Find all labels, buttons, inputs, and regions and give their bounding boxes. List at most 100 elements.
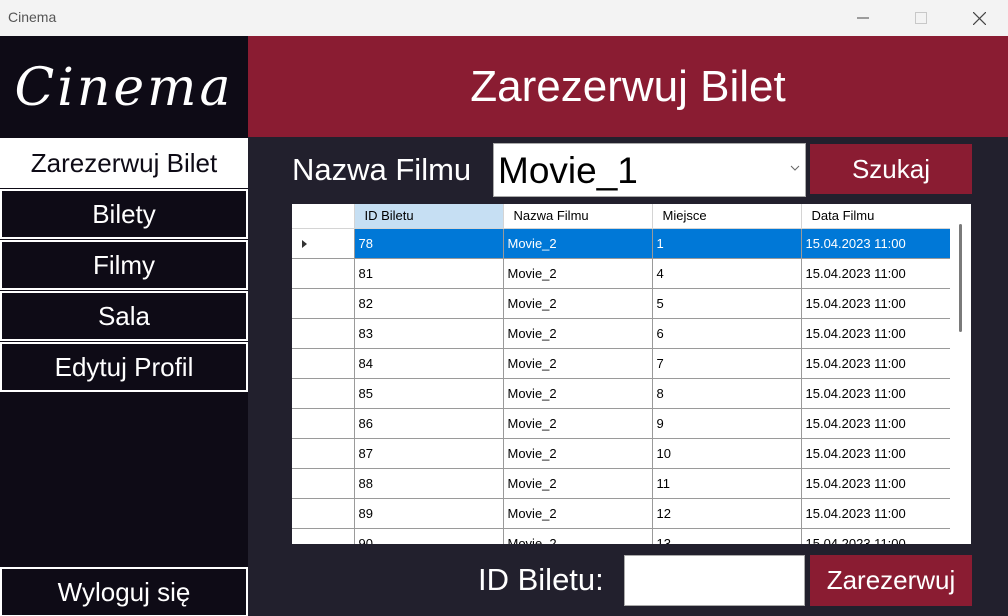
table-cell[interactable]: 15.04.2023 11:00 [801,378,951,409]
table-cell[interactable]: 5 [652,288,802,319]
table-cell[interactable]: 9 [652,408,802,439]
sidebar-item-filmy[interactable]: Filmy [0,240,248,290]
table-cell[interactable]: 89 [354,498,504,529]
row-header[interactable] [292,258,355,289]
row-header[interactable] [292,228,355,259]
table-cell[interactable]: Movie_2 [503,528,653,544]
table-cell[interactable]: 15.04.2023 11:00 [801,228,951,259]
table-cell[interactable]: 13 [652,528,802,544]
table-cell[interactable]: Movie_2 [503,498,653,529]
row-header[interactable] [292,288,355,319]
minimize-icon [857,17,869,19]
app-logo: Cinema [14,58,234,118]
reserve-button[interactable]: Zarezerwuj [810,555,972,606]
row-header[interactable] [292,438,355,469]
sidebar-item-edytuj-profil[interactable]: Edytuj Profil [0,342,248,392]
close-icon [972,11,986,25]
row-header[interactable] [292,498,355,529]
search-button[interactable]: Szukaj [810,144,972,194]
table-cell[interactable]: 15.04.2023 11:00 [801,288,951,319]
row-header[interactable] [292,528,355,544]
table-cell[interactable]: 12 [652,498,802,529]
table-row[interactable]: 86 Movie_2 9 15.04.2023 11:00 [292,408,951,439]
table-header-row: ID Biletu Nazwa Filmu Miejsce Data Filmu [292,204,951,229]
table-row[interactable]: 84 Movie_2 7 15.04.2023 11:00 [292,348,951,379]
logout-button[interactable]: Wyloguj się [0,567,248,616]
table-cell[interactable]: 15.04.2023 11:00 [801,318,951,349]
table-cell[interactable]: Movie_2 [503,228,653,259]
table-row[interactable]: 87 Movie_2 10 15.04.2023 11:00 [292,438,951,469]
column-header-film[interactable]: Nazwa Filmu [503,204,653,229]
table-cell[interactable]: Movie_2 [503,438,653,469]
table-cell[interactable]: 90 [354,528,504,544]
table-cell[interactable]: 15.04.2023 11:00 [801,468,951,499]
window-titlebar: Cinema [0,0,1008,36]
table-cell[interactable]: 15.04.2023 11:00 [801,528,951,544]
tickets-table: ID Biletu Nazwa Filmu Miejsce Data Filmu… [292,204,951,544]
ticket-id-input[interactable] [624,555,805,606]
table-cell[interactable]: 10 [652,438,802,469]
page-header: Zarezerwuj Bilet [248,36,1008,137]
table-row[interactable]: 82 Movie_2 5 15.04.2023 11:00 [292,288,951,319]
table-row[interactable]: 88 Movie_2 11 15.04.2023 11:00 [292,468,951,499]
table-cell[interactable]: 6 [652,318,802,349]
table-cell[interactable]: 8 [652,378,802,409]
film-select[interactable]: Movie_1 [493,143,806,197]
sidebar-item-sala[interactable]: Sala [0,291,248,341]
table-cell[interactable]: 15.04.2023 11:00 [801,438,951,469]
sidebar-item-zarezerwuj-bilet[interactable]: Zarezerwuj Bilet [0,138,248,188]
table-cell[interactable]: Movie_2 [503,348,653,379]
table-cell[interactable]: 86 [354,408,504,439]
film-name-label: Nazwa Filmu [292,152,472,187]
table-cell[interactable]: Movie_2 [503,258,653,289]
table-cell[interactable]: Movie_2 [503,288,653,319]
table-cell[interactable]: 4 [652,258,802,289]
table-cell[interactable]: 88 [354,468,504,499]
grid-scrollbar[interactable] [950,204,971,544]
table-cell[interactable]: Movie_2 [503,408,653,439]
table-cell[interactable]: 15.04.2023 11:00 [801,408,951,439]
table-cell[interactable]: 15.04.2023 11:00 [801,348,951,379]
table-cell[interactable]: 11 [652,468,802,499]
row-header[interactable] [292,348,355,379]
table-row[interactable]: 90 Movie_2 13 15.04.2023 11:00 [292,528,951,544]
ticket-id-label: ID Biletu: [478,562,604,597]
table-cell[interactable]: 84 [354,348,504,379]
row-header[interactable] [292,408,355,439]
page-title: Zarezerwuj Bilet [470,61,786,111]
tickets-grid[interactable]: ID Biletu Nazwa Filmu Miejsce Data Filmu… [292,204,971,544]
column-header-id[interactable]: ID Biletu [354,204,504,229]
table-cell[interactable]: 83 [354,318,504,349]
table-cell[interactable]: Movie_2 [503,378,653,409]
table-cell[interactable]: 7 [652,348,802,379]
table-row[interactable]: 89 Movie_2 12 15.04.2023 11:00 [292,498,951,529]
current-row-indicator-icon [302,239,307,248]
table-cell[interactable]: 78 [354,228,504,259]
maximize-icon [915,12,927,24]
scrollbar-thumb[interactable] [959,224,962,332]
table-cell[interactable]: 82 [354,288,504,319]
row-header[interactable] [292,318,355,349]
table-cell[interactable]: 81 [354,258,504,289]
table-cell[interactable]: 15.04.2023 11:00 [801,498,951,529]
row-header[interactable] [292,378,355,409]
table-cell[interactable]: 85 [354,378,504,409]
window-title: Cinema [8,9,57,25]
row-header-corner [292,204,355,229]
row-header[interactable] [292,468,355,499]
table-cell[interactable]: 15.04.2023 11:00 [801,258,951,289]
table-cell[interactable]: Movie_2 [503,318,653,349]
column-header-seat[interactable]: Miejsce [652,204,802,229]
column-header-date[interactable]: Data Filmu [801,204,951,229]
table-row[interactable]: 78 Movie_2 1 15.04.2023 11:00 [292,228,951,259]
sidebar-item-bilety[interactable]: Bilety [0,189,248,239]
close-button[interactable] [956,0,1002,36]
table-row[interactable]: 81 Movie_2 4 15.04.2023 11:00 [292,258,951,289]
table-cell[interactable]: 1 [652,228,802,259]
table-cell[interactable]: Movie_2 [503,468,653,499]
maximize-button[interactable] [898,0,944,36]
table-row[interactable]: 83 Movie_2 6 15.04.2023 11:00 [292,318,951,349]
minimize-button[interactable] [840,0,886,36]
table-row[interactable]: 85 Movie_2 8 15.04.2023 11:00 [292,378,951,409]
table-cell[interactable]: 87 [354,438,504,469]
